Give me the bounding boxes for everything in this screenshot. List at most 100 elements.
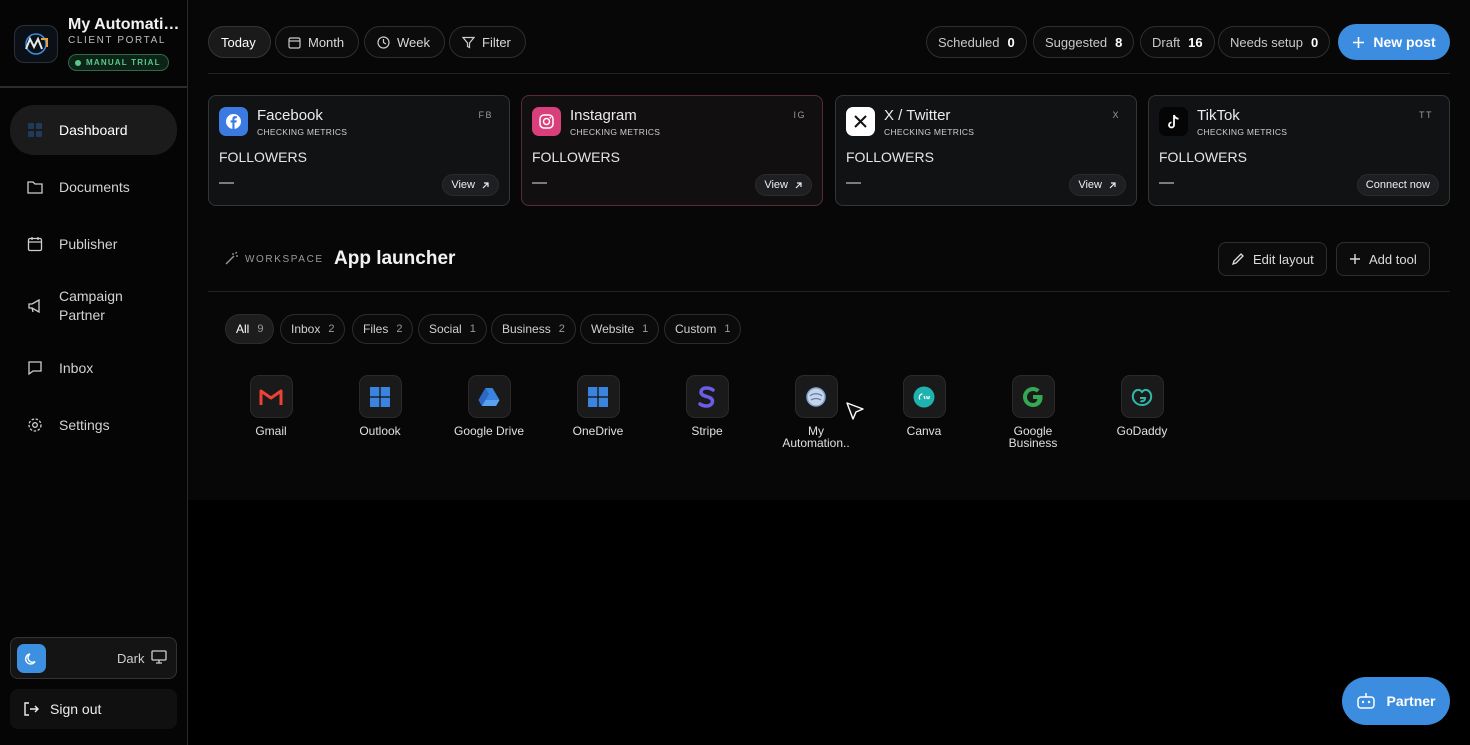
stat-draft[interactable]: Draft 16 <box>1140 26 1215 58</box>
app-grid: Gmail Outlook Google Drive OneDrive Stri… <box>225 375 1225 465</box>
app-tile-google-drive[interactable]: Google Drive <box>439 375 539 437</box>
filter-icon <box>462 36 475 49</box>
brand-header: My Automation Partner CLIENT PORTAL MANU… <box>0 0 187 88</box>
week-button[interactable]: Week <box>364 26 445 58</box>
card-action-label: View <box>764 179 788 191</box>
theme-toggle[interactable]: Dark <box>10 637 177 679</box>
stat-scheduled[interactable]: Scheduled 0 <box>926 26 1027 58</box>
card-status: CHECKING METRICS <box>1197 127 1288 137</box>
filter-count: 9 <box>257 323 264 335</box>
sidebar-item-dashboard[interactable]: Dashboard <box>10 105 177 155</box>
card-status: CHECKING METRICS <box>884 127 975 137</box>
app-tile-google-business[interactable]: Google Business <box>983 375 1083 449</box>
app-label: Outlook <box>359 424 401 438</box>
card-code: FB <box>478 110 493 120</box>
filter-social[interactable]: Social 1 <box>418 314 487 344</box>
today-button[interactable]: Today <box>208 26 271 58</box>
today-label: Today <box>221 34 256 50</box>
external-link-icon <box>794 181 803 190</box>
filter-inbox[interactable]: Inbox 2 <box>280 314 346 344</box>
filter-label: Custom <box>675 322 717 336</box>
card-metric-label: FOLLOWERS <box>846 149 934 165</box>
week-label: Week <box>397 34 430 50</box>
new-post-button[interactable]: New post <box>1338 24 1450 60</box>
workspace-label: WORKSPACE <box>245 254 324 265</box>
sidebar: My Automation Partner CLIENT PORTAL MANU… <box>0 0 188 745</box>
filter-button[interactable]: Filter <box>449 26 526 58</box>
social-card-facebook[interactable]: Facebook CHECKING METRICS FB FOLLOWERS —… <box>208 95 510 206</box>
app-tile-outlook[interactable]: Outlook <box>330 375 430 437</box>
instagram-icon <box>532 107 561 136</box>
app-tile-gmail[interactable]: Gmail <box>221 375 321 437</box>
filter-label: Website <box>591 322 635 336</box>
tiktok-icon <box>1159 107 1188 136</box>
app-label: Gmail <box>255 424 287 438</box>
filter-label: Social <box>429 322 462 336</box>
stat-label: Draft <box>1152 34 1181 50</box>
partner-button[interactable]: Partner <box>1342 677 1450 725</box>
filter-count: 2 <box>558 323 565 335</box>
filter-files[interactable]: Files 2 <box>352 314 414 344</box>
filter-count: 2 <box>396 323 403 335</box>
monitor-icon[interactable] <box>151 650 167 669</box>
card-view-button[interactable]: View <box>755 174 812 196</box>
filter-all[interactable]: All 9 <box>225 314 275 344</box>
app-label: Stripe <box>691 424 723 438</box>
theme-label: Dark <box>117 651 145 666</box>
card-code: IG <box>793 110 806 120</box>
gmail-icon <box>249 375 293 418</box>
sidebar-item-campaign-partner[interactable]: Campaign Partner <box>10 276 177 336</box>
topbar: Today Month Week Filter Scheduled 0 Sugg… <box>208 24 1450 74</box>
stat-label: Scheduled <box>938 34 1000 50</box>
card-view-button[interactable]: View <box>442 174 499 196</box>
month-button[interactable]: Month <box>275 26 360 58</box>
sign-out-icon <box>22 700 40 718</box>
card-metric-value: — <box>1159 174 1174 191</box>
sidebar-item-inbox[interactable]: Inbox <box>10 343 177 393</box>
sidebar-item-label: Dashboard <box>59 121 128 138</box>
plus-icon <box>1349 253 1361 265</box>
stat-suggested[interactable]: Suggested 8 <box>1033 26 1135 58</box>
app-tile-onedrive[interactable]: OneDrive <box>548 375 648 437</box>
sidebar-item-documents[interactable]: Documents <box>10 162 177 212</box>
sidebar-item-label: Settings <box>59 416 110 433</box>
page-title: App launcher <box>334 248 456 269</box>
social-card-tiktok[interactable]: TikTok CHECKING METRICS TT FOLLOWERS — C… <box>1148 95 1450 206</box>
filter-website[interactable]: Website 1 <box>580 314 660 344</box>
social-card-x-twitter[interactable]: X / Twitter CHECKING METRICS X FOLLOWERS… <box>835 95 1137 206</box>
app-tile-stripe[interactable]: Stripe <box>657 375 757 437</box>
stat-value: 0 <box>1007 34 1015 50</box>
card-metric-label: FOLLOWERS <box>1159 149 1247 165</box>
dashboard-panel: Today Month Week Filter Scheduled 0 Sugg… <box>188 0 1470 500</box>
filter-custom[interactable]: Custom 1 <box>664 314 742 344</box>
card-name: Facebook <box>257 107 323 124</box>
connect-now-button[interactable]: Connect now <box>1356 174 1439 196</box>
gear-icon <box>26 416 44 434</box>
edit-layout-button[interactable]: Edit layout <box>1218 242 1327 276</box>
brand-logo[interactable] <box>14 25 58 63</box>
google-drive-icon <box>467 375 511 418</box>
stat-label: Suggested <box>1045 34 1108 50</box>
card-status: CHECKING METRICS <box>570 127 661 137</box>
moon-icon[interactable] <box>17 644 46 673</box>
app-label: Google Business <box>1008 424 1058 450</box>
sidebar-item-publisher[interactable]: Publisher <box>10 219 177 269</box>
card-action-label: View <box>451 179 475 191</box>
canva-icon <box>902 375 946 418</box>
stat-needs-setup[interactable]: Needs setup 0 <box>1218 26 1331 58</box>
partner-label: Partner <box>1386 693 1436 709</box>
card-view-button[interactable]: View <box>1069 174 1126 196</box>
add-tool-button[interactable]: Add tool <box>1336 242 1430 276</box>
sidebar-nav: Dashboard Documents Publisher Campaign P… <box>10 105 177 457</box>
facebook-icon <box>219 107 248 136</box>
filter-business[interactable]: Business 2 <box>491 314 576 344</box>
status-dot-icon <box>75 59 81 66</box>
social-card-instagram[interactable]: Instagram CHECKING METRICS IG FOLLOWERS … <box>521 95 823 206</box>
app-tile-canva[interactable]: Canva <box>874 375 974 437</box>
app-tile-godaddy[interactable]: GoDaddy <box>1092 375 1192 437</box>
stat-label: Needs setup <box>1230 34 1303 50</box>
sign-out-button[interactable]: Sign out <box>10 689 177 729</box>
trial-badge-label: MANUAL TRIAL <box>86 58 161 67</box>
sidebar-item-settings[interactable]: Settings <box>10 400 177 450</box>
outlook-icon <box>358 375 402 418</box>
